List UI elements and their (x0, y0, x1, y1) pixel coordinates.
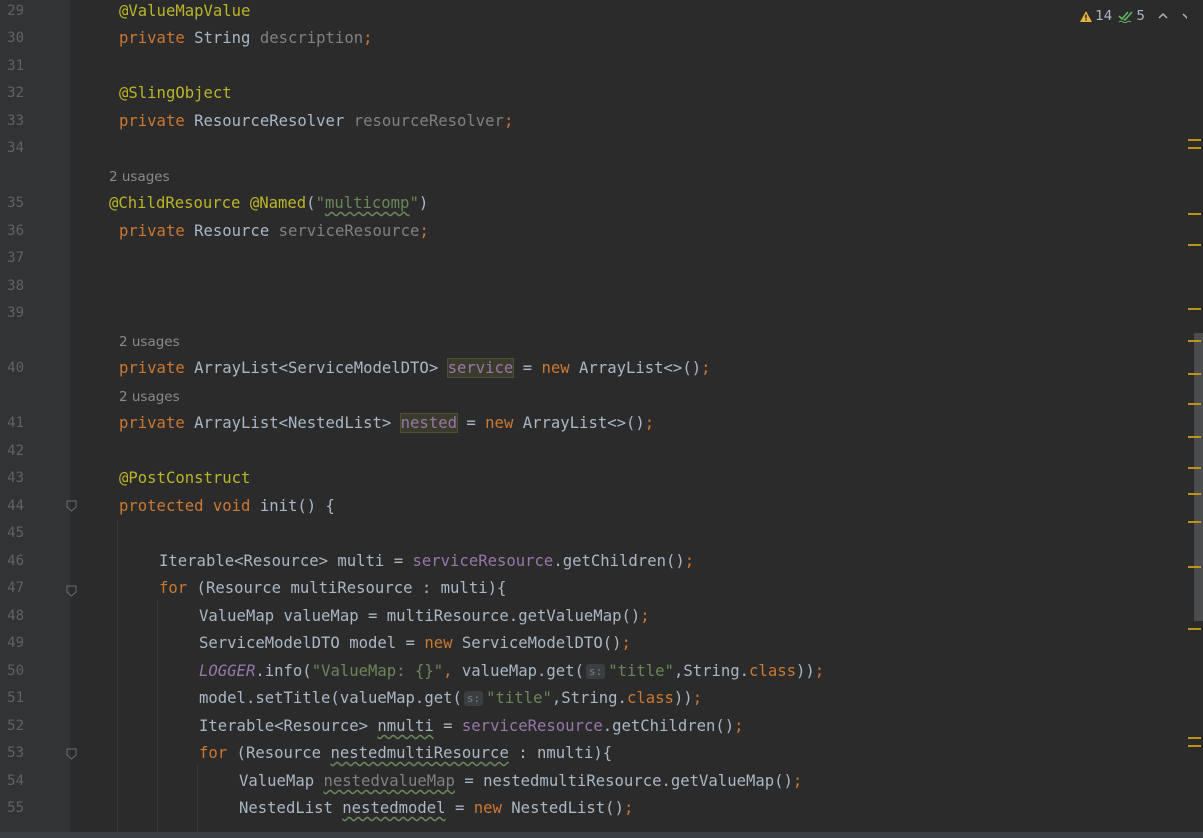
usage-hint[interactable]: 2 usages (119, 333, 180, 351)
warning-mark[interactable] (1188, 745, 1201, 747)
code-line: Iterable<Resource> multi = serviceResour… (159, 552, 695, 570)
typos-indicator[interactable]: 5 (1118, 8, 1145, 24)
code-line: ServiceModelDTO model = new ServiceModel… (199, 634, 631, 652)
warning-mark[interactable] (1188, 403, 1201, 405)
code-line: model.setTitle(valueMap.get(s: "title",St… (199, 689, 703, 707)
code-line: Iterable<Resource> nmulti = serviceResou… (199, 717, 744, 735)
code-line: @PostConstruct (119, 469, 251, 487)
highlighted-field: nested (399, 413, 459, 433)
warning-mark[interactable] (1188, 436, 1201, 438)
scrollbar-thumb[interactable] (1194, 333, 1203, 621)
error-stripe[interactable] (1187, 0, 1203, 838)
warning-mark[interactable] (1188, 628, 1201, 630)
code-editor[interactable]: @ValueMapValue private String descriptio… (0, 0, 1180, 838)
code-line: @SlingObject (119, 84, 232, 102)
warning-mark[interactable] (1188, 467, 1201, 469)
horizontal-scrollbar[interactable] (0, 832, 1203, 838)
usage-hint[interactable]: 2 usages (109, 168, 170, 186)
highlighted-field: service (446, 358, 515, 378)
warning-mark[interactable] (1188, 147, 1201, 149)
double-check-icon (1118, 10, 1134, 23)
code-line: private ArrayList<ServiceModelDTO> servi… (119, 358, 711, 378)
warning-mark[interactable] (1188, 737, 1201, 739)
code-line: private Resource serviceResource; (119, 222, 429, 240)
inspection-widget[interactable]: 14 5 (1079, 6, 1193, 26)
code-line: ValueMap valueMap = multiResource.getVal… (199, 607, 650, 625)
warning-mark[interactable] (1188, 308, 1201, 310)
code-line: @ValueMapValue (119, 2, 251, 20)
warnings-indicator[interactable]: 14 (1079, 8, 1112, 24)
typos-count: 5 (1136, 8, 1145, 24)
warning-mark[interactable] (1188, 213, 1201, 215)
warning-mark[interactable] (1188, 244, 1201, 246)
code-line: ValueMap nestedvalueMap = nestedmultiRes… (239, 772, 803, 790)
code-line: protected void init() { (119, 497, 335, 515)
warning-mark[interactable] (1188, 340, 1201, 342)
usage-hint[interactable]: 2 usages (119, 388, 180, 406)
code-line: private ResourceResolver resourceResolve… (119, 112, 514, 130)
chevron-up-icon[interactable] (1157, 11, 1169, 21)
warning-mark[interactable] (1188, 566, 1201, 568)
code-line: for (Resource nestedmultiResource : nmul… (199, 744, 613, 762)
warning-mark[interactable] (1188, 493, 1201, 495)
code-line: NestedList nestedmodel = new NestedList(… (239, 799, 634, 817)
warning-mark[interactable] (1188, 139, 1201, 141)
parameter-hint: s: (463, 691, 484, 706)
code-line: LOGGER.info("ValueMap: {}", valueMap.get… (199, 662, 825, 680)
code-line: private String description; (119, 29, 373, 47)
code-line: private ArrayList<NestedList> nested = n… (119, 413, 655, 433)
code-line: @ChildResource @Named("multicomp") (109, 194, 429, 212)
code-line: for (Resource multiResource : multi){ (159, 579, 507, 597)
parameter-hint: s: (585, 664, 606, 679)
warning-mark[interactable] (1188, 521, 1201, 523)
warnings-count: 14 (1095, 8, 1113, 24)
warning-triangle-icon (1080, 10, 1093, 22)
warning-mark[interactable] (1188, 373, 1201, 375)
